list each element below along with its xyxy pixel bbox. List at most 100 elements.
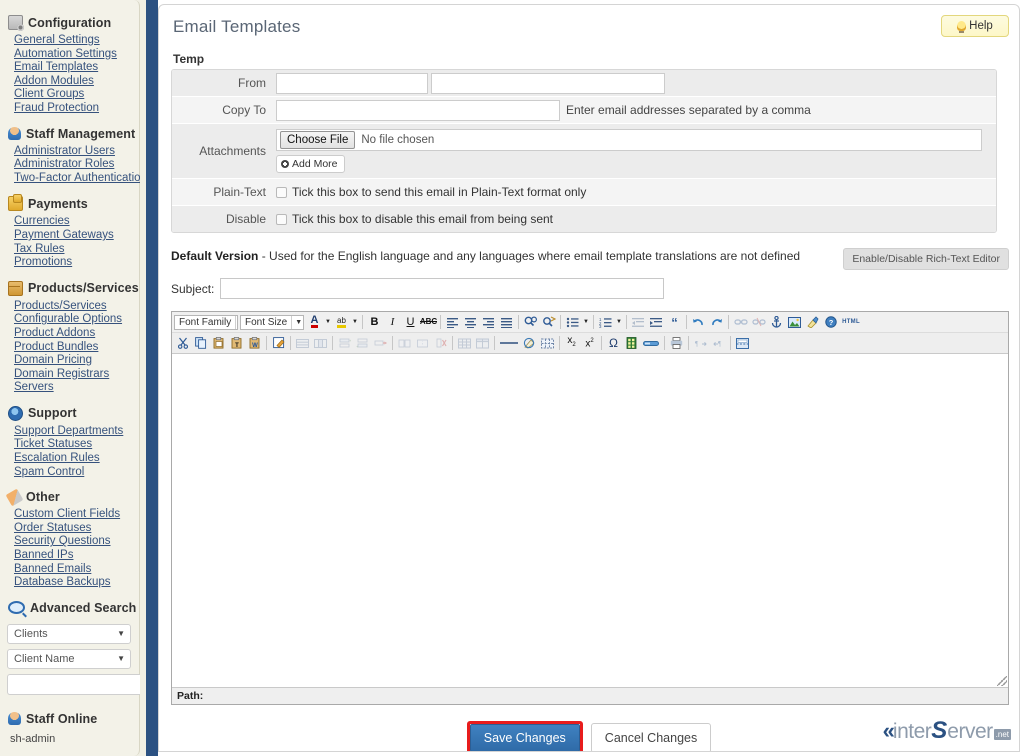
copy-to-input[interactable] <box>276 100 560 121</box>
sidebar-item-servers[interactable]: Servers <box>14 381 140 395</box>
emotions-icon[interactable] <box>623 335 640 352</box>
search-input[interactable] <box>7 674 140 695</box>
editor-body[interactable] <box>172 354 1008 687</box>
page-break-icon[interactable] <box>734 335 751 352</box>
disable-checkbox[interactable] <box>276 214 287 225</box>
rtl-icon[interactable]: ¶ <box>710 335 727 352</box>
sidebar-item-automation-settings[interactable]: Automation Settings <box>14 48 140 62</box>
sidebar-item-database-backups[interactable]: Database Backups <box>14 576 140 590</box>
superscript-icon[interactable]: x2 <box>581 335 598 352</box>
numbered-list-dropdown-icon[interactable]: ▼ <box>615 319 623 325</box>
sidebar-item-custom-client-fields[interactable]: Custom Client Fields <box>14 508 140 522</box>
delete-row-icon[interactable] <box>372 335 389 352</box>
sidebar-item-email-templates[interactable]: Email Templates <box>14 61 140 75</box>
insert-image-icon[interactable] <box>786 314 803 331</box>
sidebar-item-banned-ips[interactable]: Banned IPs <box>14 549 140 563</box>
sidebar-item-payment-gateways[interactable]: Payment Gateways <box>14 229 140 243</box>
sidebar-item-domain-registrars[interactable]: Domain Registrars <box>14 368 140 382</box>
undo-icon[interactable] <box>690 314 707 331</box>
from-name-input[interactable] <box>276 73 428 94</box>
bold-icon[interactable]: B <box>366 314 383 331</box>
table-row-props-icon[interactable] <box>294 335 311 352</box>
sidebar-item-configurable-options[interactable]: Configurable Options <box>14 313 140 327</box>
table-cell-props-icon[interactable] <box>312 335 329 352</box>
merge-cell-icon[interactable] <box>414 335 431 352</box>
toggle-guides-icon[interactable] <box>539 335 556 352</box>
outdent-icon[interactable] <box>630 314 647 331</box>
cut-icon[interactable] <box>174 335 191 352</box>
sidebar-item-addon-modules[interactable]: Addon Modules <box>14 75 140 89</box>
paste-word-icon[interactable]: W <box>246 335 263 352</box>
sidebar-item-fraud-protection[interactable]: Fraud Protection <box>14 102 140 116</box>
sidebar-item-product-addons[interactable]: Product Addons <box>14 327 140 341</box>
special-char-icon[interactable]: Ω <box>605 335 622 352</box>
split-cell-icon[interactable] <box>396 335 413 352</box>
insert-row-before-icon[interactable]: + <box>336 335 353 352</box>
align-left-icon[interactable] <box>444 314 461 331</box>
from-email-input[interactable] <box>431 73 665 94</box>
sidebar-item-administrator-users[interactable]: Administrator Users <box>14 145 140 159</box>
sidebar-item-support-departments[interactable]: Support Departments <box>14 425 140 439</box>
table-props-icon[interactable] <box>474 335 491 352</box>
html-source-icon[interactable]: HTML <box>840 314 862 331</box>
help-circle-icon[interactable]: ? <box>822 314 839 331</box>
italic-icon[interactable]: I <box>384 314 401 331</box>
ltr-icon[interactable]: ¶ <box>692 335 709 352</box>
font-family-select[interactable]: Font Family ▼ <box>174 315 238 330</box>
cancel-changes-button[interactable]: Cancel Changes <box>591 723 711 752</box>
text-color-dropdown-icon[interactable]: ▼ <box>324 319 332 325</box>
sidebar-item-two-factor-authentication[interactable]: Two-Factor Authentication <box>14 172 140 186</box>
sidebar-item-spam-control[interactable]: Spam Control <box>14 466 140 480</box>
sidebar-item-administrator-roles[interactable]: Administrator Roles <box>14 158 140 172</box>
subscript-icon[interactable]: x2 <box>563 335 580 352</box>
add-more-button[interactable]: Add More <box>276 155 345 173</box>
sidebar-item-ticket-statuses[interactable]: Ticket Statuses <box>14 438 140 452</box>
delete-column-icon[interactable] <box>432 335 449 352</box>
help-button[interactable]: Help <box>941 15 1009 37</box>
numbered-list-icon[interactable]: 123 <box>597 314 614 331</box>
sidebar-item-client-groups[interactable]: Client Groups <box>14 88 140 102</box>
editor-resize-handle[interactable] <box>997 676 1007 686</box>
sidebar-item-security-questions[interactable]: Security Questions <box>14 535 140 549</box>
find-replace-icon[interactable] <box>540 314 557 331</box>
horizontal-rule-icon[interactable] <box>498 335 520 352</box>
save-changes-button[interactable]: Save Changes <box>470 724 580 752</box>
text-color-icon[interactable]: A <box>306 314 323 331</box>
align-right-icon[interactable] <box>480 314 497 331</box>
underline-icon[interactable]: U <box>402 314 419 331</box>
background-color-dropdown-icon[interactable]: ▼ <box>351 319 359 325</box>
align-center-icon[interactable] <box>462 314 479 331</box>
sidebar-item-products-services[interactable]: Products/Services <box>14 300 140 314</box>
font-size-select[interactable]: Font Size ▼ <box>240 315 304 330</box>
paste-text-icon[interactable]: T <box>228 335 245 352</box>
choose-file-button[interactable]: Choose File <box>280 131 355 149</box>
anchor-icon[interactable] <box>768 314 785 331</box>
background-color-icon[interactable]: ab <box>333 314 350 331</box>
bullet-list-icon[interactable] <box>564 314 581 331</box>
insert-row-after-icon[interactable]: + <box>354 335 371 352</box>
sidebar-item-tax-rules[interactable]: Tax Rules <box>14 243 140 257</box>
link-icon[interactable] <box>732 314 749 331</box>
blockquote-icon[interactable]: “ <box>666 314 683 331</box>
search-type-select[interactable]: Clients ▼ <box>7 624 131 644</box>
search-field-select[interactable]: Client Name ▼ <box>7 649 131 669</box>
sidebar-item-promotions[interactable]: Promotions <box>14 256 140 270</box>
insert-table-icon[interactable] <box>456 335 473 352</box>
find-icon[interactable] <box>522 314 539 331</box>
sidebar-item-currencies[interactable]: Currencies <box>14 215 140 229</box>
rich-text-editor-toggle[interactable]: Enable/Disable Rich-Text Editor <box>843 248 1009 270</box>
subject-input[interactable] <box>220 278 664 299</box>
cleanup-icon[interactable] <box>804 314 821 331</box>
sidebar-item-banned-emails[interactable]: Banned Emails <box>14 563 140 577</box>
remove-format-icon[interactable] <box>521 335 538 352</box>
file-input[interactable]: Choose File No file chosen <box>276 129 982 151</box>
sidebar-item-product-bundles[interactable]: Product Bundles <box>14 341 140 355</box>
sidebar-item-general-settings[interactable]: General Settings <box>14 34 140 48</box>
sidebar-item-domain-pricing[interactable]: Domain Pricing <box>14 354 140 368</box>
plain-text-checkbox[interactable] <box>276 187 287 198</box>
paste-icon[interactable] <box>210 335 227 352</box>
insert-media-icon[interactable] <box>641 335 661 352</box>
edit-css-icon[interactable] <box>270 335 287 352</box>
sidebar-item-order-statuses[interactable]: Order Statuses <box>14 522 140 536</box>
unlink-icon[interactable] <box>750 314 767 331</box>
